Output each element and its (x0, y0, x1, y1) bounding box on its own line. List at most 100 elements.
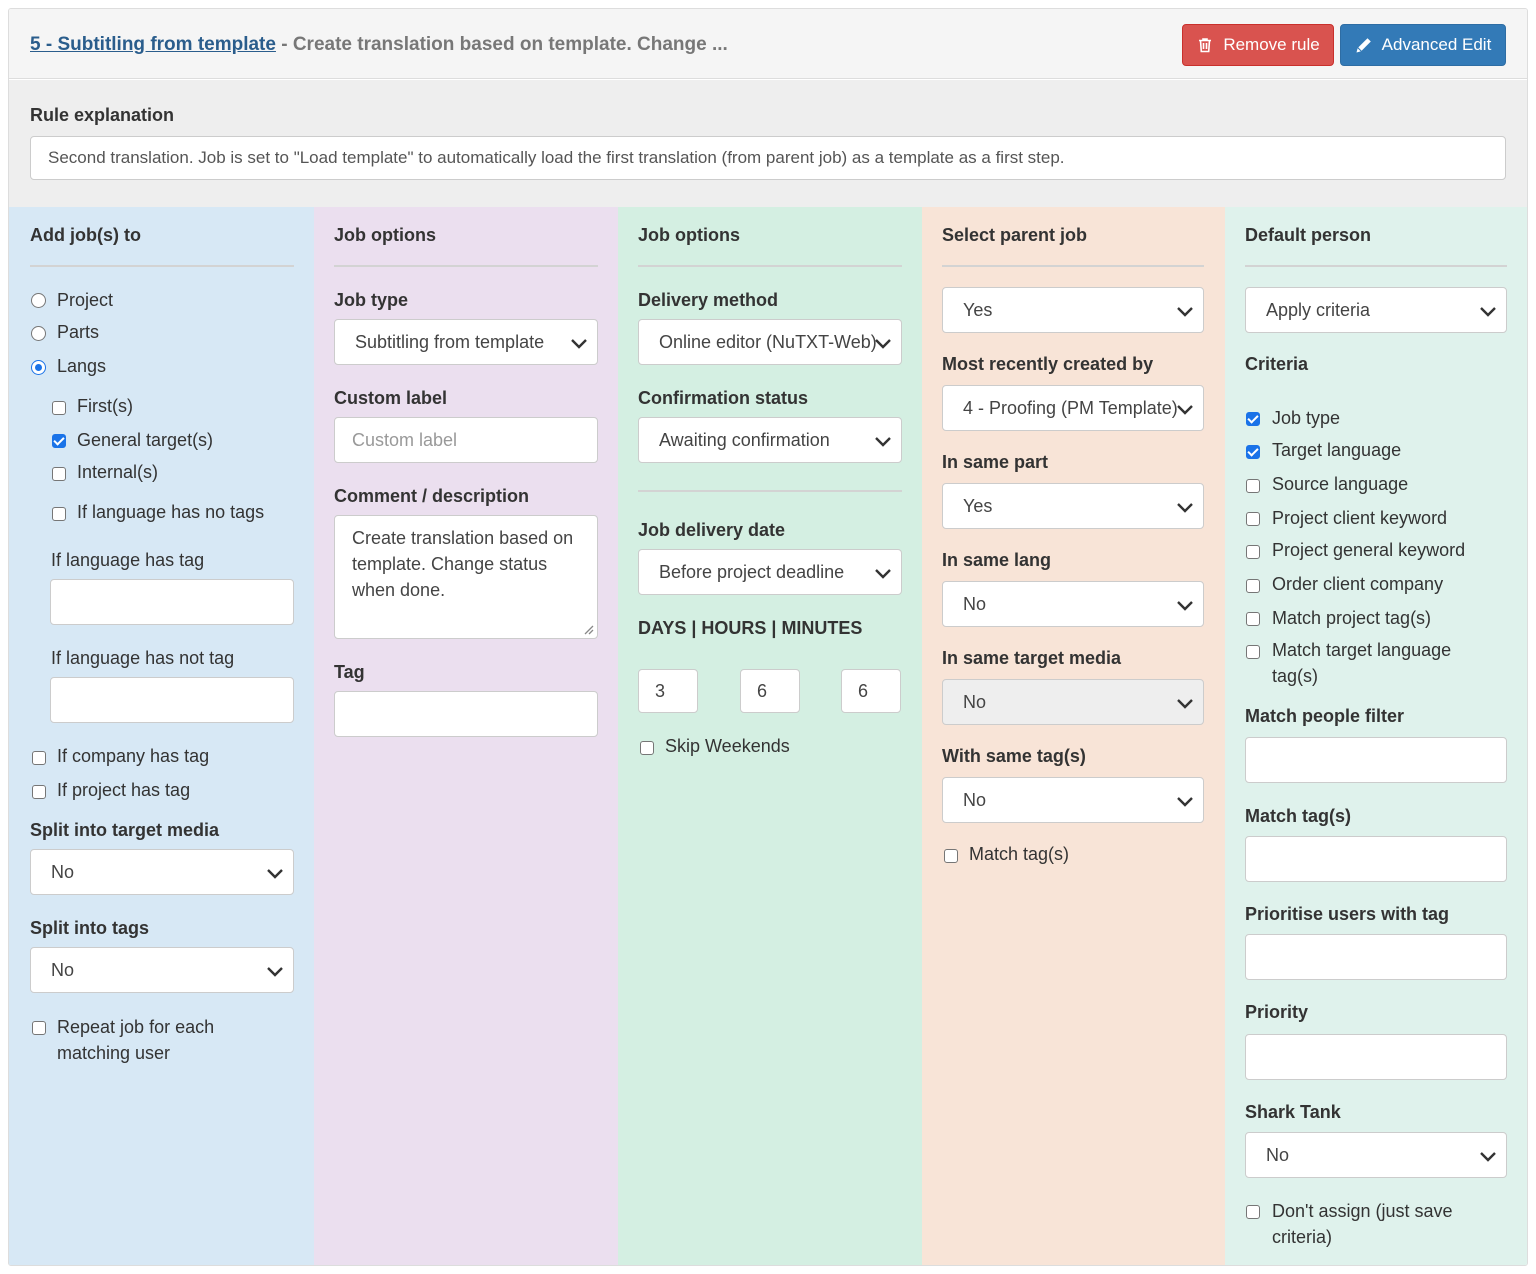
checkbox-general-targets-label: General target(s) (77, 430, 214, 450)
default-person-title: Default person (1245, 225, 1372, 245)
prioritise-label: Prioritise users with tag (1245, 904, 1450, 924)
shark-tank-label: Shark Tank (1245, 1102, 1341, 1122)
prioritise-input[interactable] (1245, 934, 1507, 980)
remove-rule-button[interactable]: Remove rule (1182, 24, 1334, 66)
divider (638, 490, 902, 492)
split-media-label: Split into target media (30, 820, 220, 840)
days-input[interactable]: 3 (638, 669, 698, 713)
checkbox-dont-assign-label: Don't assign (just save criteria) (1272, 1201, 1453, 1247)
has-tag-input[interactable] (50, 579, 294, 625)
checkbox-match-project-tags-label: Match project tag(s) (1272, 608, 1432, 628)
split-tags-value: No (51, 959, 75, 980)
checkbox-firsts[interactable] (52, 401, 66, 415)
same-lang-label: In same lang (942, 550, 1052, 570)
checkbox-job-type[interactable] (1246, 412, 1260, 426)
rule-subtitle: - Create translation based on template. … (275, 34, 728, 55)
checkbox-match-tags-label: Match tag(s) (969, 844, 1070, 864)
rule-explanation-input[interactable]: Second translation. Job is set to "Load … (30, 136, 1506, 180)
remove-rule-label: Remove rule (1223, 35, 1320, 54)
checkbox-source-language[interactable] (1246, 479, 1260, 493)
same-tags-select[interactable]: No (942, 777, 1204, 823)
divider (1245, 265, 1507, 267)
chevron-down-icon (875, 569, 891, 579)
match-tags-input[interactable] (1245, 836, 1507, 882)
checkbox-match-target-tags[interactable] (1246, 645, 1260, 659)
checkbox-no-tags[interactable] (52, 507, 66, 521)
chevron-down-icon (875, 437, 891, 447)
rule-link[interactable]: 5 - Subtitling from template (30, 34, 276, 55)
custom-label-input[interactable]: Custom label (334, 417, 598, 463)
tag-input[interactable] (334, 691, 598, 737)
checkbox-order-company-label: Order client company (1272, 574, 1444, 594)
checkbox-client-keyword[interactable] (1246, 512, 1260, 526)
confirmation-status-select[interactable]: Awaiting confirmation (638, 417, 902, 463)
checkbox-order-company[interactable] (1246, 579, 1260, 593)
recent-created-select[interactable]: 4 - Proofing (PM Template) (942, 385, 1204, 431)
same-media-label: In same target media (942, 648, 1122, 668)
parent-job-title: Select parent job (942, 225, 1088, 245)
radio-parts-label: Parts (57, 322, 100, 342)
chevron-down-icon (1480, 307, 1496, 317)
radio-project[interactable] (31, 293, 46, 308)
same-media-select: No (942, 679, 1204, 725)
delivery-date-label: Job delivery date (638, 520, 786, 540)
hours-input[interactable]: 6 (740, 669, 800, 713)
people-filter-input[interactable] (1245, 737, 1507, 783)
chevron-down-icon (267, 869, 283, 879)
priority-input[interactable] (1245, 1034, 1507, 1080)
checkbox-general-targets[interactable] (52, 434, 66, 448)
advanced-edit-button[interactable]: Advanced Edit (1340, 24, 1506, 66)
priority-label: Priority (1245, 1002, 1309, 1022)
checkbox-target-language[interactable] (1246, 445, 1260, 459)
tag-label: Tag (334, 662, 365, 682)
radio-parts[interactable] (31, 326, 46, 341)
rule-panel: 5 - Subtitling from template - Create tr… (8, 8, 1528, 1266)
chevron-down-icon (267, 967, 283, 977)
split-tags-select[interactable]: No (30, 947, 294, 993)
parent-job-column: Select parent job Yes Most recently crea… (922, 207, 1225, 1265)
checkbox-match-tags[interactable] (944, 849, 958, 863)
resize-grip-icon[interactable] (580, 621, 594, 635)
shark-tank-select[interactable]: No (1245, 1132, 1507, 1178)
custom-label-label: Custom label (334, 388, 448, 408)
checkbox-client-keyword-label: Project client keyword (1272, 508, 1448, 528)
delivery-date-select[interactable]: Before project deadline (638, 549, 902, 595)
confirmation-status-label: Confirmation status (638, 388, 809, 408)
rule-header: 5 - Subtitling from template - Create tr… (9, 9, 1527, 79)
divider (638, 265, 902, 267)
checkbox-project-tag[interactable] (32, 785, 46, 799)
checkbox-skip-weekends[interactable] (640, 741, 654, 755)
checkbox-company-tag[interactable] (32, 751, 46, 765)
same-part-select[interactable]: Yes (942, 483, 1204, 529)
same-lang-select[interactable]: No (942, 581, 1204, 627)
delivery-options-column: Job options Delivery method Online edito… (618, 207, 922, 1265)
checkbox-target-language-label: Target language (1272, 440, 1402, 460)
same-media-value: No (963, 691, 987, 712)
comment-textarea[interactable]: Create translation based on template. Ch… (334, 515, 598, 639)
checkbox-repeat-job[interactable] (32, 1021, 46, 1035)
checkbox-internals[interactable] (52, 467, 66, 481)
chevron-down-icon (1177, 797, 1193, 807)
chevron-down-icon (1177, 405, 1193, 415)
job-type-select[interactable]: Subtitling from template (334, 319, 598, 365)
split-media-select[interactable]: No (30, 849, 294, 895)
checkbox-match-project-tags[interactable] (1246, 612, 1260, 626)
radio-project-label: Project (57, 290, 114, 310)
default-person-column: Default person Apply criteria Criteria J… (1225, 207, 1527, 1265)
delivery-date-value: Before project deadline (659, 561, 845, 582)
divider (942, 265, 1204, 267)
job-type-label: Job type (334, 290, 409, 310)
has-not-tag-input[interactable] (50, 677, 294, 723)
checkbox-general-keyword[interactable] (1246, 545, 1260, 559)
apply-criteria-select[interactable]: Apply criteria (1245, 287, 1507, 333)
rule-explanation-section: Rule explanation Second translation. Job… (9, 80, 1527, 207)
recent-created-label: Most recently created by (942, 354, 1154, 374)
radio-langs[interactable] (31, 360, 46, 375)
job-options-column: Job options Job type Subtitling from tem… (314, 207, 618, 1265)
parent-job-select[interactable]: Yes (942, 287, 1204, 333)
delivery-method-select[interactable]: Online editor (NuTXT-Web) (638, 319, 902, 365)
checkbox-match-target-tags-label: Match target language tag(s) (1272, 640, 1452, 686)
checkbox-dont-assign[interactable] (1246, 1205, 1260, 1219)
minutes-input[interactable]: 6 (841, 669, 901, 713)
comment-value: Create translation based on template. Ch… (352, 528, 574, 600)
